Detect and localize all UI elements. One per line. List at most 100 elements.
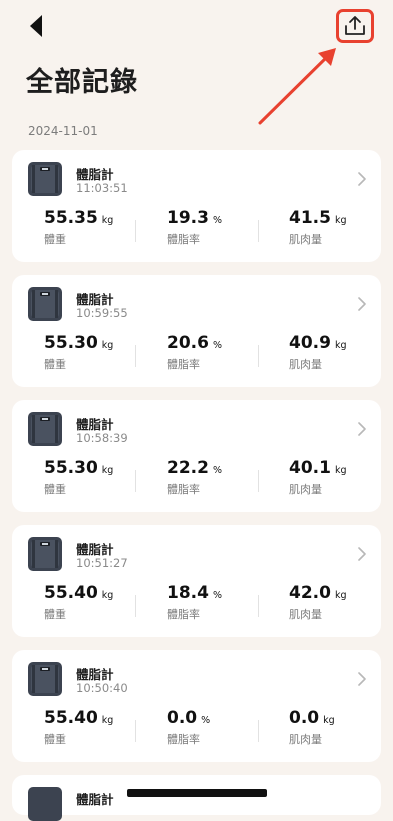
divider: [135, 595, 136, 617]
device-name: 體脂計: [76, 792, 114, 807]
body-fat-label: 體脂率: [167, 608, 200, 621]
record-card[interactable]: 體脂計 10:58:39 55.30 kg 體重 22.2% 體脂率 40.1 kg…: [12, 400, 381, 512]
muscle-value: 40.1: [289, 458, 331, 478]
weight-metric: 55.35 kg 體重: [44, 208, 154, 247]
record-card-partial[interactable]: 體脂計: [12, 775, 381, 821]
muscle-metric: 41.5 kg 肌肉量: [289, 208, 393, 247]
weight-metric: 55.40 kg 體重: [44, 583, 154, 622]
scale-device-icon: [28, 787, 62, 821]
muscle-value: 42.0: [289, 583, 331, 603]
back-button[interactable]: [22, 12, 50, 40]
divider: [135, 220, 136, 242]
body-fat-metric: 20.6% 體脂率: [167, 333, 277, 372]
body-fat-label: 體脂率: [167, 358, 200, 371]
weight-metric: 55.30 kg 體重: [44, 333, 154, 372]
body-fat-value: 19.3: [167, 208, 209, 228]
record-time: 11:03:51: [76, 181, 128, 195]
muscle-label: 肌肉量: [289, 733, 322, 746]
body-fat-unit: %: [212, 215, 222, 226]
export-button[interactable]: [336, 9, 374, 43]
weight-unit: kg: [101, 340, 114, 351]
body-fat-metric: 0.0% 體脂率: [167, 708, 277, 747]
body-fat-label: 體脂率: [167, 483, 200, 496]
muscle-metric: 40.1 kg 肌肉量: [289, 458, 393, 497]
chevron-right-icon: [358, 172, 366, 186]
body-fat-label: 體脂率: [167, 733, 200, 746]
share-upload-icon: [345, 16, 365, 35]
weight-value: 55.30: [44, 458, 98, 478]
divider: [135, 470, 136, 492]
muscle-metric: 42.0 kg 肌肉量: [289, 583, 393, 622]
divider: [135, 345, 136, 367]
weight-unit: kg: [101, 590, 114, 601]
body-fat-value: 0.0: [167, 708, 198, 728]
body-fat-value: 22.2: [167, 458, 209, 478]
muscle-metric: 40.9 kg 肌肉量: [289, 333, 393, 372]
body-fat-metric: 22.2% 體脂率: [167, 458, 277, 497]
divider: [258, 220, 259, 242]
chevron-right-icon: [358, 422, 366, 436]
muscle-label: 肌肉量: [289, 358, 322, 371]
divider: [258, 720, 259, 742]
divider: [135, 720, 136, 742]
redaction-bar: [127, 789, 267, 797]
chevron-right-icon: [358, 672, 366, 686]
muscle-value: 41.5: [289, 208, 331, 228]
body-fat-unit: %: [212, 340, 222, 351]
record-time: 10:59:55: [76, 306, 128, 320]
back-arrow-icon: [30, 15, 42, 37]
muscle-value: 0.0: [289, 708, 320, 728]
body-fat-unit: %: [201, 715, 211, 726]
weight-unit: kg: [101, 715, 114, 726]
annotation-arrow: [258, 48, 336, 125]
body-fat-label: 體脂率: [167, 233, 200, 246]
record-time: 10:51:27: [76, 556, 128, 570]
chevron-right-icon: [358, 547, 366, 561]
muscle-label: 肌肉量: [289, 608, 322, 621]
muscle-unit: kg: [334, 590, 347, 601]
weight-unit: kg: [101, 465, 114, 476]
weight-metric: 55.40 kg 體重: [44, 708, 154, 747]
muscle-unit: kg: [334, 465, 347, 476]
scale-device-icon: [28, 412, 62, 446]
divider: [258, 470, 259, 492]
chevron-right-icon: [358, 297, 366, 311]
body-fat-value: 18.4: [167, 583, 209, 603]
divider: [258, 345, 259, 367]
muscle-label: 肌肉量: [289, 483, 322, 496]
weight-label: 體重: [44, 733, 66, 746]
muscle-unit: kg: [334, 340, 347, 351]
weight-label: 體重: [44, 233, 66, 246]
scale-device-icon: [28, 662, 62, 696]
scale-device-icon: [28, 287, 62, 321]
divider: [258, 595, 259, 617]
page-title: 全部記錄: [26, 67, 138, 98]
muscle-label: 肌肉量: [289, 233, 322, 246]
record-card[interactable]: 體脂計 10:51:27 55.40 kg 體重 18.4% 體脂率 42.0 kg…: [12, 525, 381, 637]
body-fat-unit: %: [212, 590, 222, 601]
muscle-metric: 0.0 kg 肌肉量: [289, 708, 393, 747]
weight-value: 55.35: [44, 208, 98, 228]
weight-value: 55.30: [44, 333, 98, 353]
body-fat-value: 20.6: [167, 333, 209, 353]
scale-device-icon: [28, 537, 62, 571]
body-fat-metric: 18.4% 體脂率: [167, 583, 277, 622]
weight-value: 55.40: [44, 708, 98, 728]
muscle-unit: kg: [334, 215, 347, 226]
record-time: 10:58:39: [76, 431, 128, 445]
weight-label: 體重: [44, 358, 66, 371]
date-group-header: 2024-11-01: [28, 124, 98, 138]
weight-label: 體重: [44, 608, 66, 621]
scale-device-icon: [28, 162, 62, 196]
body-fat-metric: 19.3% 體脂率: [167, 208, 277, 247]
body-fat-unit: %: [212, 465, 222, 476]
record-time: 10:50:40: [76, 681, 128, 695]
record-card[interactable]: 體脂計 10:50:40 55.40 kg 體重 0.0% 體脂率 0.0 kg 肌…: [12, 650, 381, 762]
record-card[interactable]: 體脂計 11:03:51 55.35 kg 體重 19.3% 體脂率 41.5 kg…: [12, 150, 381, 262]
weight-metric: 55.30 kg 體重: [44, 458, 154, 497]
record-card[interactable]: 體脂計 10:59:55 55.30 kg 體重 20.6% 體脂率 40.9 kg…: [12, 275, 381, 387]
muscle-unit: kg: [323, 715, 335, 726]
muscle-value: 40.9: [289, 333, 331, 353]
weight-unit: kg: [101, 215, 114, 226]
weight-value: 55.40: [44, 583, 98, 603]
